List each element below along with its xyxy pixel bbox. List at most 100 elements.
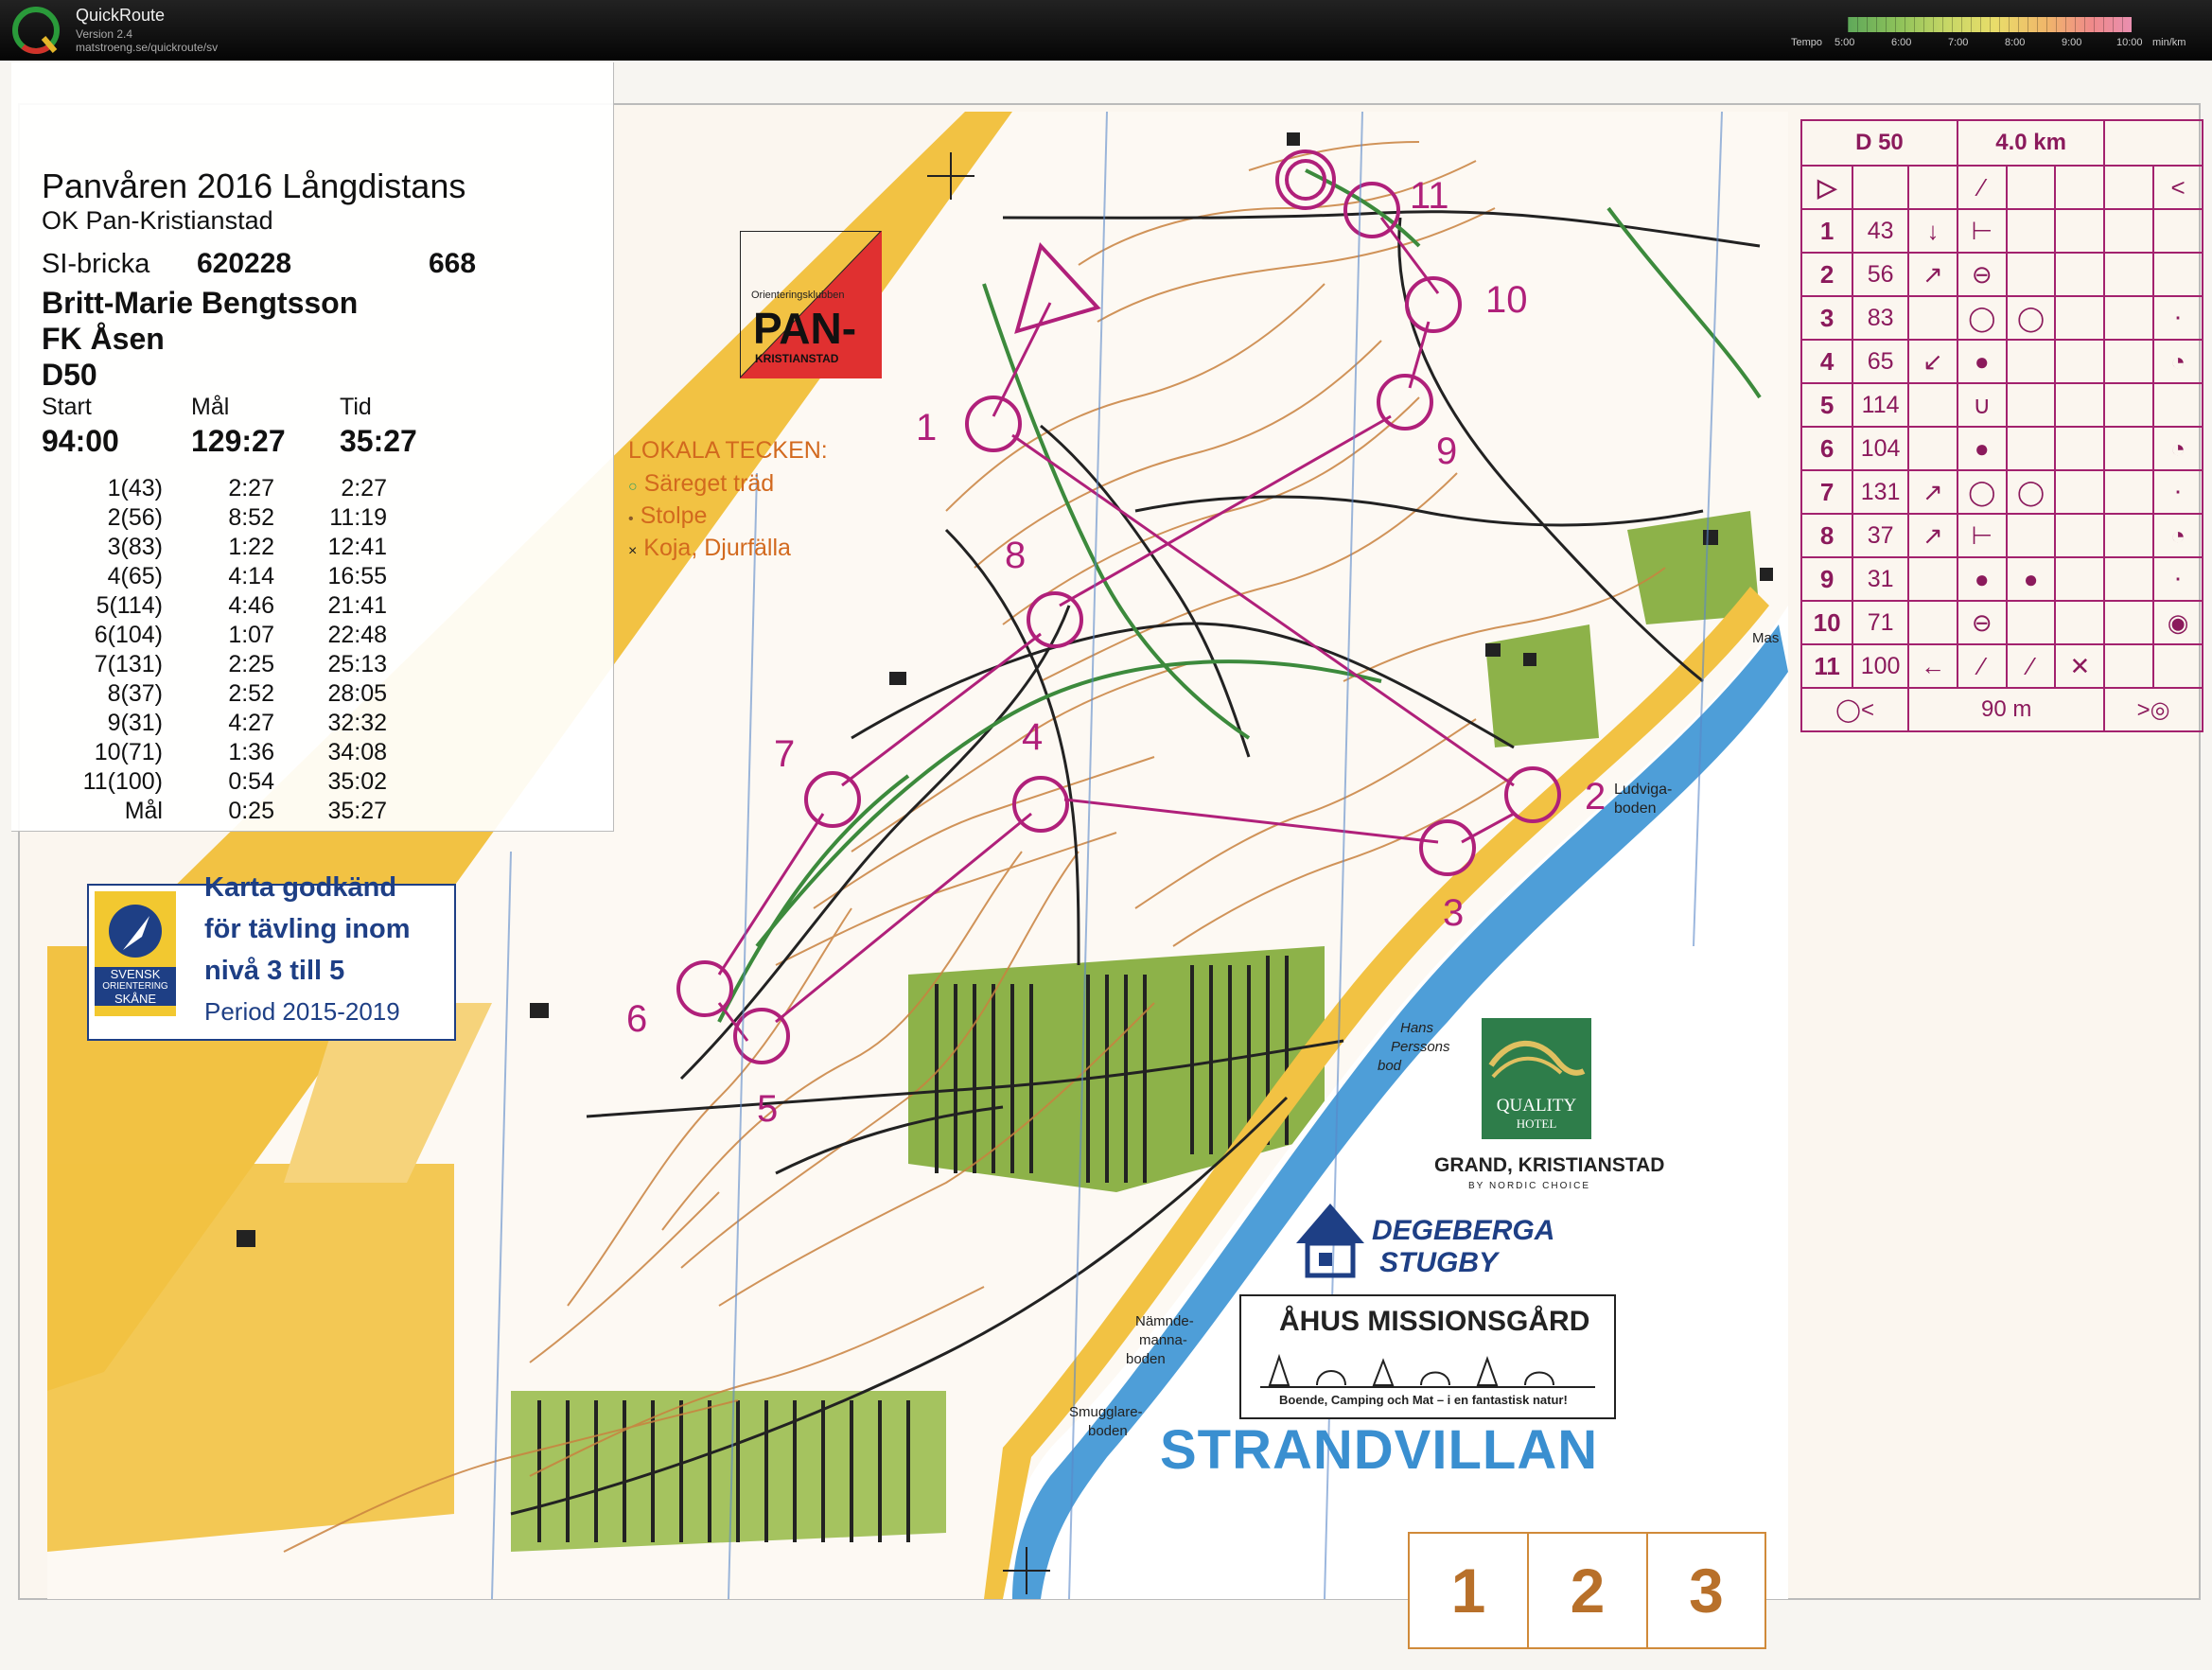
pit-icon: ∪ <box>1956 382 2008 428</box>
cd-row: 10 71 ⊖ ◉ <box>1799 600 2203 645</box>
sponsor-ahus-sub: Boende, Camping och Mat – i en fantastis… <box>1279 1393 1568 1407</box>
path-end-icon: ⊢ <box>1956 208 2008 254</box>
knoll-dot-icon: ● <box>1956 339 2008 384</box>
place-name: boden <box>1614 800 1657 817</box>
approval-line: för tävling inom <box>204 914 411 944</box>
depression-icon: ⊖ <box>1956 252 2008 297</box>
cd-finish-row: ◯< 90 m >◎ <box>1799 687 2203 732</box>
arrow-ne-icon: ↗ <box>1907 513 1958 558</box>
place-name: Nämnde- <box>1135 1313 1194 1329</box>
control-number-label: 6 <box>626 998 647 1040</box>
corner-icon: < <box>2152 165 2203 210</box>
finish-label: Mål <box>191 394 230 420</box>
arrow-down-icon: ↓ <box>1907 208 1958 254</box>
class-name: D50 <box>42 358 97 392</box>
club-badge-main: PAN- <box>753 304 857 353</box>
si-card-number: 620228 <box>197 248 292 279</box>
session-info-panel: Panvåren 2016 Långdistans OK Pan-Kristia… <box>11 62 614 832</box>
knoll-dot-icon: ● <box>1956 426 2008 471</box>
control-number-label: 7 <box>774 733 795 775</box>
control-number-label: 9 <box>1436 431 1457 472</box>
title-bar: QuickRoute Version 2.4 matstroeng.se/qui… <box>0 0 2212 61</box>
control-number-label: 10 <box>1485 279 1528 321</box>
control-number-label: 4 <box>1022 716 1043 758</box>
side-icon: ◉ <box>2152 600 2203 645</box>
sponsor-stugby: STUGBY <box>1379 1247 1499 1278</box>
degeberga-house-icon <box>1292 1200 1368 1279</box>
approval-period: Period 2015-2019 <box>204 997 400 1026</box>
cd-row: 2 56 ↗ ⊖ <box>1799 252 2203 297</box>
cd-row: 6 104 ● ◔ <box>1799 426 2203 471</box>
start-time: 94:00 <box>42 424 119 458</box>
arrow-ne-icon: ↗ <box>1907 469 1958 515</box>
between-icon: ⋅ <box>2152 556 2203 602</box>
linear-feature-icon: ⁄ <box>2005 643 2057 689</box>
depression-icon: ⊖ <box>1956 600 2008 645</box>
open-land-field <box>47 1164 454 1552</box>
split-row: 2(56) 8:52 11:19 <box>107 504 387 531</box>
cd-row: 1 43 ↓ ⊢ <box>1799 208 2203 254</box>
cd-row: 4 65 ↙ ● ◔ <box>1799 339 2203 384</box>
app-title: QuickRoute <box>76 6 166 25</box>
cd-start-row: ▷ ⁄ < <box>1799 165 2203 210</box>
page-number: 1 <box>1410 1534 1529 1647</box>
split-row: 9(31) 4:27 32:32 <box>107 710 387 736</box>
arrow-ne-icon: ↗ <box>1907 252 1958 297</box>
linear-feature-icon: ⁄ <box>1956 165 2008 210</box>
side-icon: ◔ <box>2152 339 2203 384</box>
cd-row: 9 31 ● ● ⋅ <box>1799 556 2203 602</box>
club-badge: Orienteringsklubben PAN- KRISTIANSTAD <box>739 230 885 381</box>
control-number-label: 8 <box>1005 535 1026 576</box>
cd-class: D 50 <box>1800 119 1958 167</box>
approval-line: Karta godkänd <box>204 872 397 903</box>
control-number-label: 1 <box>916 407 937 448</box>
split-row: 11(100) 0:54 35:02 <box>82 768 387 795</box>
legend-label: Säreget träd <box>643 470 775 497</box>
arrow-left-icon: ← <box>1907 643 1958 689</box>
place-name: Mas <box>1752 630 1780 646</box>
cd-row: 5 114 ∪ <box>1799 382 2203 428</box>
quality-hotel-logo: QUALITY HOTEL <box>1482 1018 1591 1139</box>
tempo-tick: 8:00 <box>2005 37 2026 48</box>
cd-length: 4.0 km <box>1956 119 2106 167</box>
legend-label: Koja, Djurfälla <box>643 535 791 561</box>
split-row: 4(65) 4:14 16:55 <box>107 563 387 589</box>
club-name: FK Åsen <box>42 322 165 356</box>
control-number-label: 5 <box>757 1088 778 1130</box>
club-badge-top: Orienteringsklubben <box>751 290 845 301</box>
split-row: 7(131) 2:25 25:13 <box>94 651 387 677</box>
quality-wave-icon <box>1488 1040 1586 1079</box>
split-row: 3(83) 1:22 12:41 <box>107 534 387 560</box>
control-description-table: D 50 4.0 km ▷ ⁄ < 1 43 ↓ ⊢ 2 56 ↗ ⊖ 3 83 ◯ ◯ ⋅ 4 65… <box>1799 119 2203 732</box>
arrow-sw-icon: ↙ <box>1907 339 1958 384</box>
knoll-icon: ◯ <box>2005 469 2057 515</box>
place-name: Ludviga- <box>1614 782 1673 798</box>
si-card-label: SI-bricka <box>42 249 150 279</box>
tempo-scale-labels: Tempo 5:00 6:00 7:00 8:00 9:00 10:00 min… <box>1791 37 2207 52</box>
tempo-tick: 6:00 <box>1891 37 1912 48</box>
split-row: 8(37) 2:52 28:05 <box>107 680 387 707</box>
page-number-boxes: 1 2 3 <box>1408 1532 1766 1649</box>
sof-compass-icon <box>109 905 162 958</box>
side-icon: ◔ <box>2152 426 2203 471</box>
ahus-missionsgard-box: ÅHUS MISSIONSGÅRD Boende, Camping och Ma… <box>1239 1294 1616 1419</box>
quality-sub-text: HOTEL <box>1516 1116 1557 1131</box>
sponsor-strandvillan: STRANDVILLAN <box>1160 1419 1599 1481</box>
runner-name: Britt-Marie Bengtsson <box>42 286 359 320</box>
finish-end-icon: >◎ <box>2103 687 2203 732</box>
legend-item: ○ Säreget träd <box>628 470 774 498</box>
cd-row: 8 37 ↗ ⊢ ◔ <box>1799 513 2203 558</box>
place-name: Smugglare- <box>1069 1404 1143 1420</box>
knoll-icon: ◯ <box>1956 469 2008 515</box>
bib-number: 668 <box>429 248 477 279</box>
hut-icon: × <box>628 543 638 559</box>
split-row: Mål 0:25 35:27 <box>124 798 387 824</box>
knoll-icon: ◯ <box>2005 295 2057 341</box>
app-url[interactable]: matstroeng.se/quickroute/sv <box>76 41 218 54</box>
finish-start-icon: ◯< <box>1799 687 1910 732</box>
event-name: Panvåren 2016 Långdistans <box>42 167 466 205</box>
tempo-tick: 5:00 <box>1835 37 1855 48</box>
tempo-tick: 9:00 <box>2062 37 2082 48</box>
ahus-decor-icon <box>1260 1353 1595 1388</box>
place-name: Hans <box>1400 1020 1434 1036</box>
